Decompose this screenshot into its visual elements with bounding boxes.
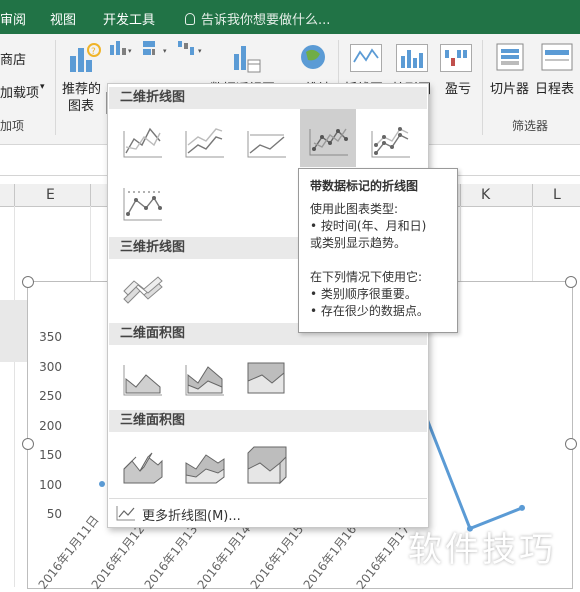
series-point	[99, 481, 105, 487]
series-line	[421, 408, 523, 531]
gallery-3d-percent-area-icon[interactable]	[238, 439, 294, 491]
tooltip-title: 带数据标记的折线图	[310, 179, 419, 193]
resize-handle[interactable]	[565, 438, 577, 450]
selected-row-header	[0, 300, 28, 362]
gallery-percent-line-markers-icon[interactable]	[114, 178, 170, 230]
y-tick-label: 200	[39, 418, 62, 433]
y-tick-label: 350	[39, 330, 62, 344]
svg-text:▾: ▾	[163, 47, 167, 55]
recommended-charts-label-2[interactable]: 图表	[68, 95, 94, 114]
gallery-percent-line-icon[interactable]	[238, 115, 294, 167]
column-divider	[14, 184, 15, 206]
filters-section-label: 筛选器	[512, 119, 549, 133]
timeline-label[interactable]: 日程表	[535, 78, 574, 97]
y-tick-label: 50	[46, 507, 62, 521]
resize-handle[interactable]	[22, 438, 34, 450]
section-2d-line: 二维折线图	[109, 87, 427, 109]
tab-developer[interactable]: 开发工具	[103, 9, 155, 28]
section-3d-area: 三维面积图	[109, 410, 427, 432]
gallery-stacked-line-markers-icon[interactable]	[362, 115, 418, 167]
tab-view[interactable]: 视图	[50, 9, 76, 28]
hierarchy-chart-icon[interactable]: ▾	[141, 39, 171, 57]
chart-type-tooltip: 带数据标记的折线图 使用此图表类型: • 按时间(年、月和日) 或类别显示趋势。…	[298, 168, 458, 333]
column-header-l[interactable]: L	[553, 187, 561, 203]
column-header-e[interactable]: E	[46, 187, 55, 203]
column-header-k[interactable]: K	[481, 187, 490, 203]
y-tick-label: 250	[39, 389, 62, 403]
column-divider	[90, 184, 91, 206]
addins-section-label: 加项	[0, 119, 25, 133]
more-line-charts-label: 更多折线图(M)...	[142, 509, 241, 524]
gallery-stacked-area-icon[interactable]	[176, 353, 232, 405]
column-divider	[532, 184, 533, 206]
y-tick-label: 100	[39, 477, 62, 492]
y-tick-label: 150	[39, 448, 62, 462]
svg-text:?: ?	[91, 47, 96, 57]
gallery-3d-area-icon[interactable]	[114, 439, 170, 491]
tell-me-search[interactable]: 告诉我你想要做什么...	[185, 9, 330, 28]
pivot-chart-icon[interactable]	[230, 42, 262, 74]
ribbon-divider	[482, 40, 483, 135]
tooltip-line: 或类别显示趋势。	[310, 236, 407, 250]
y-tick-label: 300	[39, 359, 62, 374]
tooltip-line: 在下列情况下使用它:	[310, 270, 423, 284]
svg-text:▾: ▾	[128, 47, 132, 55]
line-chart-small-icon	[116, 506, 135, 521]
resize-handle[interactable]	[22, 276, 34, 288]
gallery-line-markers-icon[interactable]	[300, 109, 356, 167]
lightbulb-icon	[185, 13, 195, 25]
gridline	[14, 206, 15, 587]
gallery-stacked-line-icon[interactable]	[176, 115, 232, 167]
more-line-charts-button[interactable]: 更多折线图(M)...	[109, 498, 427, 527]
series-point	[519, 504, 525, 511]
3d-map-icon[interactable]	[298, 42, 328, 74]
column-chart-icon[interactable]: ▾	[108, 39, 134, 57]
tab-review[interactable]: 审阅	[0, 9, 26, 28]
gallery-3d-line-icon[interactable]	[114, 265, 170, 317]
tell-me-text: 告诉我你想要做什么...	[201, 13, 331, 28]
sparkline-winloss-icon[interactable]	[440, 44, 472, 72]
gallery-3d-stacked-area-icon[interactable]	[176, 439, 232, 491]
tooltip-line: • 类别顺序很重要。	[310, 287, 417, 301]
gallery-area-icon[interactable]	[114, 353, 170, 405]
timeline-icon[interactable]	[540, 42, 574, 72]
resize-handle[interactable]	[565, 276, 577, 288]
addins-button[interactable]: 加载项	[0, 82, 39, 101]
tooltip-line: • 按时间(年、月和日)	[310, 219, 427, 233]
gallery-line-icon[interactable]	[114, 115, 170, 167]
watermark: 软件技巧	[408, 530, 556, 570]
store-button[interactable]: 商店	[0, 49, 26, 68]
tooltip-line: 使用此图表类型:	[310, 202, 399, 216]
column-divider	[460, 184, 461, 206]
sparkline-line-icon[interactable]	[350, 44, 382, 72]
gallery-percent-area-icon[interactable]	[238, 353, 294, 405]
ribbon-divider	[55, 40, 56, 135]
tooltip-line: • 存在很少的数据点。	[310, 304, 429, 318]
slicer-label[interactable]: 切片器	[490, 78, 529, 97]
sparkline-winloss-label[interactable]: 盈亏	[445, 78, 471, 97]
chevron-down-icon: ▾	[40, 82, 45, 92]
svg-text:▾: ▾	[198, 47, 202, 55]
waterfall-chart-icon[interactable]: ▾	[176, 39, 206, 57]
slicer-icon[interactable]	[495, 42, 525, 72]
ribbon-tab-bar: 审阅 视图 开发工具 告诉我你想要做什么...	[0, 0, 580, 34]
sparkline-column-icon[interactable]	[396, 44, 428, 72]
recommended-charts-icon[interactable]: ?	[68, 42, 102, 74]
